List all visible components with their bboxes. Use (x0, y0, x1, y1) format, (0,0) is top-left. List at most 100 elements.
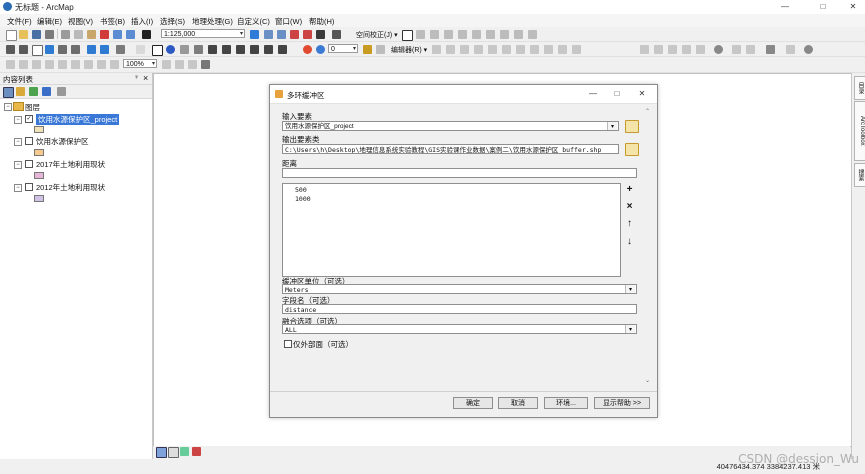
straight-segment-icon[interactable] (460, 45, 469, 54)
move-down-button[interactable]: ↓ (623, 236, 636, 248)
layer-3-label[interactable]: 2017年土地利用现状 (36, 159, 105, 170)
add-data-icon[interactable] (142, 30, 151, 39)
layer-4-checkbox[interactable] (25, 183, 33, 191)
menu-customize[interactable]: 自定义(C) (237, 16, 270, 27)
fixed-zoom-in-icon[interactable] (58, 45, 67, 54)
layer-4-label[interactable]: 2012年土地利用现状 (36, 182, 105, 193)
layer-2-symbol[interactable] (34, 149, 44, 156)
dialog-scrollbar[interactable]: ⌃ ⌄ (643, 107, 653, 389)
refresh-view-icon[interactable] (180, 447, 189, 456)
view-link-table-icon[interactable] (500, 30, 509, 39)
zoom-in-icon[interactable] (6, 45, 15, 54)
group-collapse-icon[interactable]: − (4, 103, 12, 111)
edit-tool-icon[interactable] (432, 45, 441, 54)
print-icon[interactable] (45, 30, 54, 39)
multi-link-icon[interactable] (444, 30, 453, 39)
layout-pan-icon[interactable] (32, 60, 41, 69)
toc-options-icon[interactable] (57, 87, 66, 96)
identify-icon[interactable] (166, 45, 175, 54)
distances-list[interactable]: 500 1000 (282, 183, 621, 277)
distance-item[interactable]: 500 (295, 186, 307, 194)
field-name-input[interactable]: distance (282, 304, 637, 314)
dialog-minimize-button[interactable]: — (584, 88, 602, 100)
menu-view[interactable]: 视图(V) (68, 16, 93, 27)
layout-forward-icon[interactable] (110, 60, 119, 69)
layer-3-expand-icon[interactable]: − (14, 161, 22, 169)
search-tab[interactable]: 搜索 (854, 163, 865, 187)
attribute-transfer-icon[interactable] (514, 30, 523, 39)
menu-help[interactable]: 帮助(H) (309, 16, 334, 27)
layer-1-symbol[interactable] (34, 126, 44, 133)
hyperlink-icon[interactable] (180, 45, 189, 54)
buffer-unit-select[interactable]: Meters ▾ (282, 284, 637, 294)
minimize-button[interactable]: — (774, 1, 796, 13)
fixed-zoom-out-icon[interactable] (71, 45, 80, 54)
editor-toolbar-icon[interactable] (250, 30, 259, 39)
environments-button[interactable]: 环境... (544, 397, 588, 409)
layout-zoom-combo[interactable]: 100% ▾ (123, 59, 157, 68)
focus-data-frame-icon[interactable] (175, 60, 184, 69)
dialog-maximize-button[interactable]: □ (608, 88, 626, 100)
scroll-up-icon[interactable]: ⌃ (645, 108, 650, 115)
select-element-icon[interactable] (402, 30, 413, 41)
edge-match-icon[interactable] (528, 30, 537, 39)
editor-menu[interactable]: 编辑器(R) ▾ (391, 45, 427, 55)
layer-2-label[interactable]: 饮用水源保护区 (36, 136, 89, 147)
edit-annotation-icon[interactable] (446, 45, 455, 54)
remove-distance-button[interactable]: × (623, 201, 636, 213)
layout-zoom-in-icon[interactable] (6, 60, 15, 69)
layout-view-icon[interactable] (168, 447, 179, 458)
open-folder-icon[interactable] (19, 30, 28, 39)
layout-back-icon[interactable] (97, 60, 106, 69)
toc-close-icon[interactable]: × (143, 73, 148, 83)
go-back-icon[interactable] (87, 45, 96, 54)
menu-file[interactable]: 文件(F) (7, 16, 32, 27)
layout-fixed-zoom-in-icon[interactable] (71, 60, 80, 69)
table-of-contents-icon[interactable] (264, 30, 273, 39)
save-icon[interactable] (32, 30, 41, 39)
toggle-draft-icon[interactable] (162, 60, 171, 69)
menu-windows[interactable]: 窗口(W) (275, 16, 302, 27)
catalog-window-icon[interactable] (277, 30, 286, 39)
create-features-icon[interactable] (572, 45, 581, 54)
layer-1-expand-icon[interactable]: − (14, 116, 22, 124)
menu-bookmarks[interactable]: 书签(B) (100, 16, 125, 27)
time-slider-icon[interactable] (264, 45, 273, 54)
show-help-button[interactable]: 显示帮助 >> (594, 397, 650, 409)
select-elements-icon[interactable] (152, 45, 163, 56)
zoom-out-icon[interactable] (19, 45, 28, 54)
new-displacement-link-icon[interactable] (486, 30, 495, 39)
dialog-close-button[interactable]: ✕ (633, 88, 651, 100)
catalog-tab[interactable]: 目录 (854, 76, 865, 100)
attributes-icon[interactable] (544, 45, 553, 54)
barrier-icon[interactable] (376, 45, 385, 54)
output-feature-class-field[interactable]: C:\Users\h\Desktop\地理信息系统实验教程\GIS实验课作业数据… (282, 144, 619, 154)
scroll-down-icon[interactable]: ⌄ (645, 377, 650, 384)
point-icon[interactable] (502, 45, 511, 54)
cancel-button[interactable]: 取消 (498, 397, 538, 409)
list-by-visibility-icon[interactable] (29, 87, 38, 96)
georeferencing-icon[interactable] (303, 45, 312, 54)
menu-insert[interactable]: 插入(I) (131, 16, 153, 27)
select-by-rectangle-icon[interactable] (116, 45, 125, 54)
python-window-icon[interactable] (316, 30, 325, 39)
distance-entry-field[interactable] (282, 168, 637, 178)
line-color-icon[interactable] (696, 45, 705, 54)
layer-4-symbol[interactable] (34, 195, 44, 202)
pause-drawing-icon[interactable] (192, 447, 201, 456)
cut-icon[interactable] (61, 30, 70, 39)
map-scale-combo[interactable]: 1:125,000 ▾ (161, 29, 245, 38)
change-layout-icon[interactable] (188, 60, 197, 69)
layer-1-label[interactable]: 饮用水源保护区_project (36, 114, 120, 125)
flicker-icon[interactable] (746, 45, 755, 54)
trace-icon[interactable] (488, 45, 497, 54)
layer-2-checkbox[interactable] (25, 137, 33, 145)
data-driven-pages-icon[interactable] (201, 60, 210, 69)
list-by-source-icon[interactable] (16, 87, 25, 96)
copy-icon[interactable] (74, 30, 83, 39)
brightness-icon[interactable] (804, 45, 813, 54)
distance-item[interactable]: 1000 (295, 195, 311, 203)
split-tool-icon[interactable] (516, 45, 525, 54)
sketch-properties-icon[interactable] (558, 45, 567, 54)
create-viewer-window-icon[interactable] (278, 45, 287, 54)
